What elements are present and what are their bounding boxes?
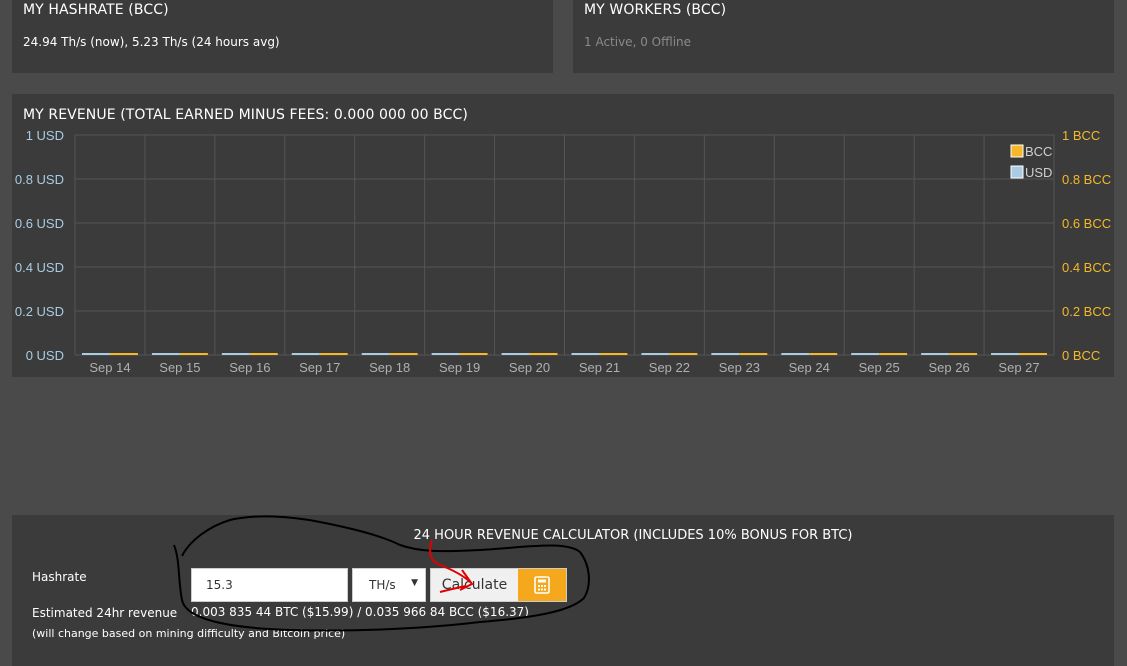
bar-bcc [459, 353, 488, 355]
bar-bcc [669, 353, 698, 355]
estimate-note: (will change based on mining difficulty … [32, 627, 346, 640]
left-axis-tick-label: 0 USD [26, 348, 64, 363]
bar-usd [851, 353, 880, 355]
legend-label-usd: USD [1025, 165, 1052, 180]
legend-swatch-bcc [1010, 144, 1024, 158]
x-axis-tick-label: Sep 27 [998, 360, 1039, 375]
revenue-panel: 0 USD 0 BCC 0.2 USD 0.2 BCC 0.4 USD 0.4 BCC 0.… [12, 94, 1114, 377]
right-axis-tick-label: 0.4 BCC [1062, 260, 1111, 275]
left-axis-tick-label: 1 USD [26, 128, 64, 143]
bar-bcc [1019, 353, 1048, 355]
unit-select[interactable]: TH/s ▼ [352, 568, 426, 602]
left-axis-tick-label: 0.8 USD [15, 172, 64, 187]
right-axis-tick-label: 0.8 BCC [1062, 172, 1111, 187]
bar-usd [221, 353, 250, 355]
bar-bcc [109, 353, 138, 355]
x-axis-tick-label: Sep 22 [649, 360, 690, 375]
calculator-title: 24 HOUR REVENUE CALCULATOR (INCLUDES 10%… [413, 528, 853, 543]
bar-bcc [739, 353, 768, 355]
bar-usd [151, 353, 180, 355]
x-axis-tick-label: Sep 21 [579, 360, 620, 375]
left-axis-tick-label: 0.4 USD [15, 260, 64, 275]
hashrate-label: Hashrate [32, 570, 87, 584]
revenue-chart: 0 USD 0 BCC 0.2 USD 0.2 BCC 0.4 USD 0.4 BCC 0.… [15, 128, 1111, 375]
bar-usd [81, 353, 110, 355]
bar-bcc [179, 353, 208, 355]
x-axis-tick-label: Sep 16 [229, 360, 270, 375]
right-axis-tick-label: 1 BCC [1062, 128, 1100, 143]
x-axis-tick-label: Sep 26 [929, 360, 970, 375]
bar-bcc [949, 353, 978, 355]
bar-bcc [529, 353, 558, 355]
left-axis-tick-label: 0.2 USD [15, 304, 64, 319]
x-axis-tick-label: Sep 14 [89, 360, 130, 375]
workers-title: MY WORKERS (BCC) [584, 2, 727, 18]
x-axis-tick-label: Sep 17 [299, 360, 340, 375]
bar-bcc [319, 353, 348, 355]
bar-usd [711, 353, 740, 355]
calculator-icon [518, 569, 566, 601]
revenue-title: MY REVENUE (TOTAL EARNED MINUS FEES: 0.0… [23, 107, 468, 123]
x-axis-tick-label: Sep 19 [439, 360, 480, 375]
x-axis-tick-label: Sep 24 [789, 360, 830, 375]
calculate-button-label: Calculate [441, 577, 508, 593]
legend-swatch-usd [1010, 165, 1024, 179]
bar-usd [291, 353, 320, 355]
calculate-button[interactable]: Calculate [430, 568, 567, 602]
workers-panel: MY WORKERS (BCC) 1 Active, 0 Offline [573, 0, 1114, 73]
right-axis-tick-label: 0.6 BCC [1062, 216, 1111, 231]
x-axis-tick-label: Sep 20 [509, 360, 550, 375]
unit-select-value: TH/s [369, 578, 396, 592]
bar-bcc [879, 353, 908, 355]
hashrate-panel: MY HASHRATE (BCC) 24.94 Th/s (now), 5.23… [12, 0, 553, 73]
bar-usd [501, 353, 530, 355]
bar-usd [571, 353, 600, 355]
bar-usd [641, 353, 670, 355]
bar-bcc [389, 353, 418, 355]
chevron-down-icon: ▼ [411, 578, 418, 588]
x-axis-tick-label: Sep 15 [159, 360, 200, 375]
x-axis-tick-label: Sep 18 [369, 360, 410, 375]
estimate-label: Estimated 24hr revenue [32, 606, 178, 620]
hashrate-input[interactable] [191, 568, 348, 602]
bar-bcc [809, 353, 838, 355]
bar-usd [781, 353, 810, 355]
calculator-panel: 24 HOUR REVENUE CALCULATOR (INCLUDES 10%… [12, 515, 1114, 666]
x-axis-tick-label: Sep 25 [859, 360, 900, 375]
legend-label-bcc: BCC [1025, 144, 1052, 159]
hashrate-title: MY HASHRATE (BCC) [23, 2, 169, 18]
bar-usd [361, 353, 390, 355]
right-axis-tick-label: 0 BCC [1062, 348, 1100, 363]
workers-value: 1 Active, 0 Offline [584, 35, 692, 49]
left-axis-tick-label: 0.6 USD [15, 216, 64, 231]
bar-bcc [249, 353, 278, 355]
hashrate-value: 24.94 Th/s (now), 5.23 Th/s (24 hours av… [23, 35, 280, 49]
bar-bcc [599, 353, 628, 355]
bar-usd [991, 353, 1020, 355]
x-axis-tick-label: Sep 23 [719, 360, 760, 375]
bar-usd [431, 353, 460, 355]
right-axis-tick-label: 0.2 BCC [1062, 304, 1111, 319]
bar-usd [921, 353, 950, 355]
estimate-value: 0.003 835 44 BTC ($15.99) / 0.035 966 84… [191, 605, 529, 619]
